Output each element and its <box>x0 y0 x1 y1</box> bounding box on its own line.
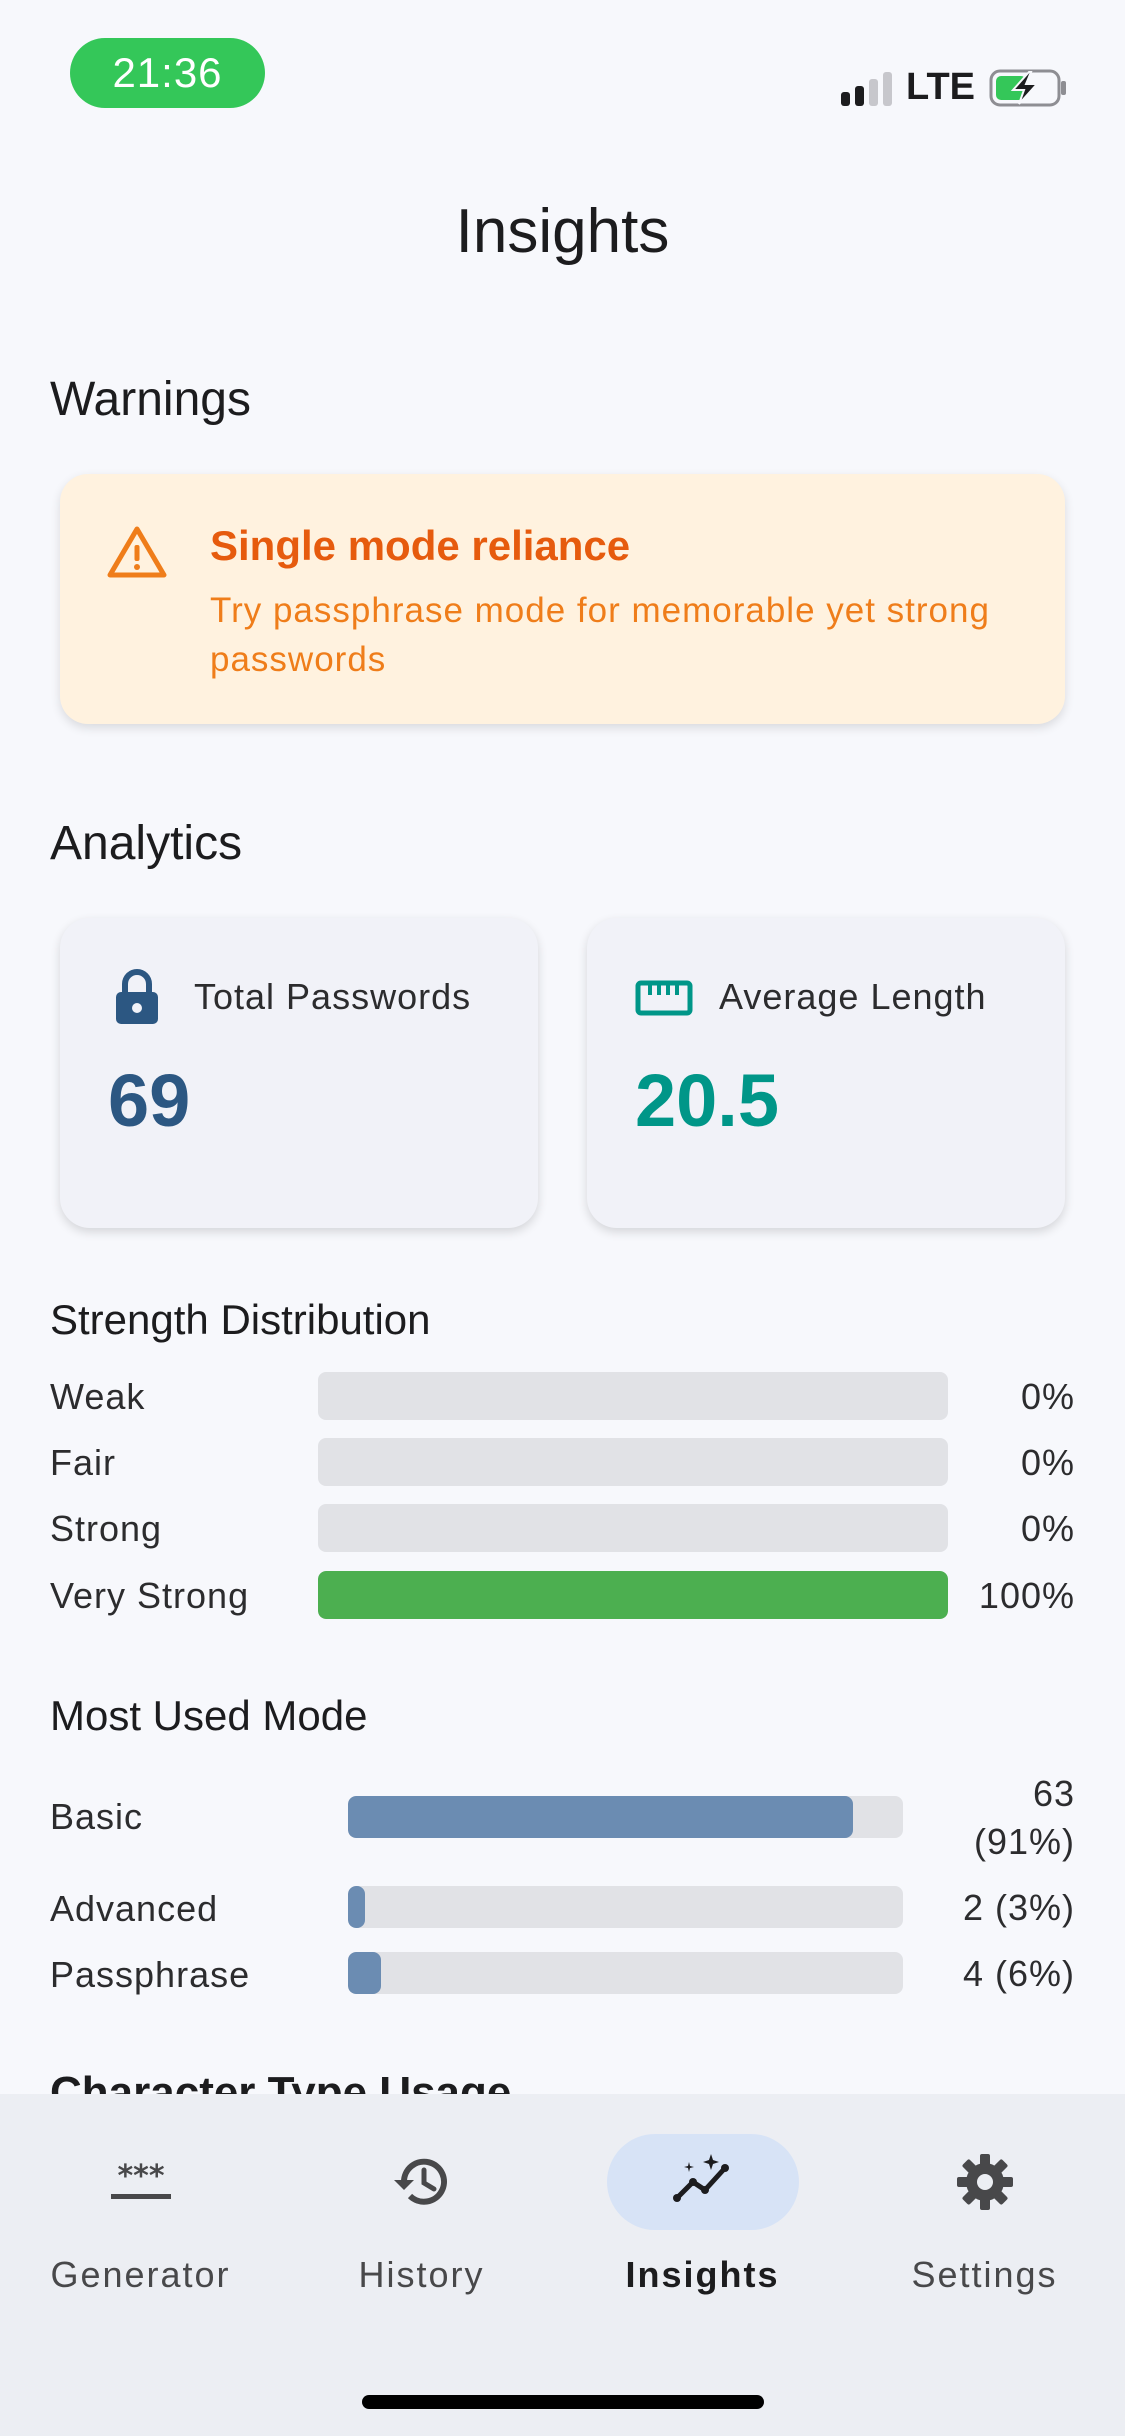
strength-row-fair: Fair 0% <box>0 1438 1125 1488</box>
strength-row-strong: Strong 0% <box>0 1504 1125 1554</box>
mode-count-percent: (91%) <box>973 1821 1075 1862</box>
warning-triangle-icon <box>107 526 167 578</box>
strength-percent: 0% <box>1020 1508 1075 1549</box>
ruler-icon <box>635 980 693 1016</box>
warning-title: Single mode reliance <box>210 522 631 569</box>
svg-text:***: *** <box>117 2159 164 2194</box>
stat-label: Average Length <box>719 976 987 1017</box>
lock-icon <box>116 969 158 1024</box>
network-type: LTE <box>906 66 975 108</box>
strength-percent: 0% <box>1020 1442 1075 1483</box>
strength-bar-track <box>318 1372 948 1420</box>
home-indicator <box>362 2395 764 2409</box>
stat-value: 20.5 <box>635 1059 780 1142</box>
warning-description: Try passphrase mode for memorable yet st… <box>210 591 990 679</box>
warning-card: Single mode reliance Try passphrase mode… <box>60 474 1065 724</box>
stat-label: Total Passwords <box>194 976 472 1017</box>
average-length-card: Average Length 20.5 <box>587 918 1065 1228</box>
stat-value: 69 <box>108 1059 191 1142</box>
mode-count-value: 63 <box>1032 1773 1075 1814</box>
mode-bar-fill <box>348 1952 382 1994</box>
strength-bar-track <box>318 1504 948 1552</box>
strength-bar-track <box>318 1571 948 1619</box>
nav-label: Settings <box>911 2254 1058 2295</box>
mode-bar-track <box>348 1886 903 1928</box>
most-used-mode-heading: Most Used Mode <box>50 1692 368 1739</box>
status-bar: 21:36 LTE <box>0 0 1125 130</box>
mode-count: 4 (6%) <box>962 1953 1075 1994</box>
mode-bar-fill <box>348 1886 365 1928</box>
status-indicators: LTE <box>841 66 1069 109</box>
mode-bar-track <box>348 1952 903 1994</box>
strength-label: Fair <box>50 1442 116 1483</box>
strength-bar-fill <box>318 1571 948 1619</box>
bottom-navigation: *** Generator History Insights Settings <box>0 2094 1125 2436</box>
strength-row-very-strong: Very Strong 100% <box>0 1571 1125 1621</box>
mode-row-advanced: Advanced 2 (3%) <box>0 1884 1125 1934</box>
nav-item-history[interactable]: History <box>281 2134 562 2324</box>
strength-row-weak: Weak 0% <box>0 1372 1125 1422</box>
page-title: Insights <box>455 197 670 266</box>
mode-bar-track <box>348 1796 903 1838</box>
password-asterisks-icon: *** <box>110 2159 171 2199</box>
status-time: 21:36 <box>70 38 265 108</box>
strength-percent: 100% <box>978 1575 1075 1616</box>
mode-label: Basic <box>50 1796 144 1837</box>
mode-bar-fill <box>348 1796 854 1838</box>
analytics-heading: Analytics <box>50 817 243 870</box>
strength-label: Weak <box>50 1376 146 1417</box>
nav-item-insights[interactable]: Insights <box>562 2134 843 2324</box>
strength-percent: 0% <box>1020 1376 1075 1417</box>
mode-count: 63 (91%) <box>974 1770 1075 1866</box>
battery-charging-icon <box>989 69 1066 106</box>
strength-distribution-heading: Strength Distribution <box>50 1296 431 1343</box>
strength-label: Very Strong <box>50 1575 250 1616</box>
history-clock-icon <box>393 2158 447 2205</box>
insights-chart-icon <box>672 2154 729 2202</box>
mode-label: Advanced <box>50 1888 219 1929</box>
warnings-heading: Warnings <box>50 373 251 426</box>
cellular-signal-icon <box>841 70 893 106</box>
nav-label: Insights <box>625 2254 780 2295</box>
nav-label: Generator <box>50 2254 231 2295</box>
nav-item-settings[interactable]: Settings <box>844 2134 1125 2324</box>
mode-row-basic: Basic 63 (91%) <box>0 1770 1125 1870</box>
strength-label: Strong <box>50 1508 163 1549</box>
mode-row-passphrase: Passphrase 4 (6%) <box>0 1950 1125 2000</box>
gear-icon <box>956 2154 1013 2210</box>
total-passwords-card: Total Passwords 69 <box>60 918 538 1228</box>
nav-label: History <box>358 2254 485 2295</box>
strength-bar-track <box>318 1438 948 1486</box>
mode-label: Passphrase <box>50 1954 251 1995</box>
nav-item-generator[interactable]: *** Generator <box>0 2134 281 2324</box>
mode-count: 2 (3%) <box>962 1887 1075 1928</box>
